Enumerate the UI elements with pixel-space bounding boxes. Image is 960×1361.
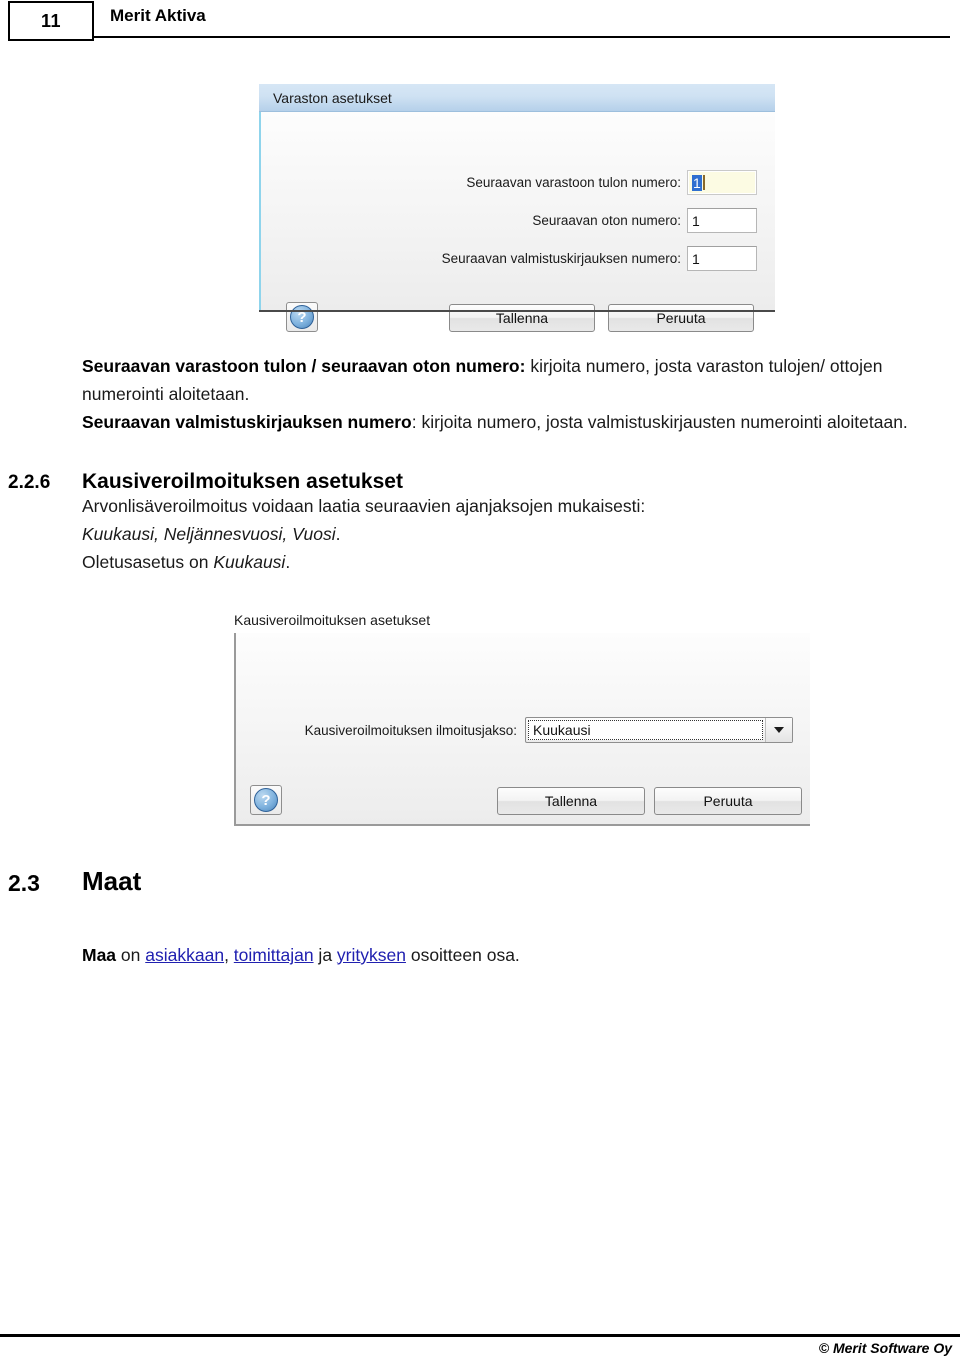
save-button[interactable]: Tallenna: [449, 304, 595, 332]
para3-text4: osoitteen osa.: [405, 945, 520, 965]
help-button-2[interactable]: ?: [250, 785, 282, 815]
page-number-box: 11: [8, 1, 94, 41]
section-title-23: Maat: [82, 866, 142, 896]
input-value-2: 1: [692, 212, 700, 229]
para1-bold-lead: Seuraavan varastoon tulon / seuraavan ot…: [82, 356, 526, 376]
paragraph-maat-explanation: Maa on asiakkaan, toimittajan ja yrityks…: [82, 941, 782, 969]
chevron-down-icon[interactable]: [765, 718, 792, 742]
dialog2-title-bar: Kausiveroilmoituksen asetukset: [228, 606, 810, 633]
select-ilmoitusjakso[interactable]: Kuukausi: [525, 717, 793, 743]
save-button-label: Tallenna: [495, 310, 549, 326]
save-button-2-label: Tallenna: [544, 793, 598, 809]
dialog2-body: Kausiveroilmoituksen ilmoitusjakso: Kuuk…: [234, 633, 810, 826]
section-number-23: 2.3: [8, 870, 40, 896]
help-icon: ?: [290, 305, 314, 329]
dialog-kausiveroilmoituksen-asetukset: Kausiveroilmoituksen asetukset Kausivero…: [228, 606, 810, 826]
dialog-title-text: Varaston asetukset: [273, 90, 392, 106]
save-button-2[interactable]: Tallenna: [497, 787, 645, 815]
para2-part4: .: [285, 552, 291, 572]
cancel-button[interactable]: Peruuta: [608, 304, 754, 332]
footer-divider: [0, 1334, 960, 1337]
dialog-bottom-rule: [259, 310, 775, 312]
input-value-3: 1: [692, 250, 700, 267]
input-seuraavan-oton-numero[interactable]: 1: [687, 208, 757, 233]
para2-part3: Oletusasetus on: [82, 552, 214, 572]
form-row-valmistuskirjaus: Seuraavan valmistuskirjauksen numero: 1: [259, 246, 759, 271]
dialog-varaston-asetukset: Varaston asetukset Seuraavan varastoon t…: [259, 84, 775, 332]
input-value-1: 1: [692, 174, 702, 191]
cancel-button-label: Peruuta: [656, 310, 706, 326]
help-icon-2: ?: [254, 788, 278, 812]
cancel-button-2[interactable]: Peruuta: [654, 787, 802, 815]
para3-text1: on: [116, 945, 146, 965]
para3-text2: ,: [224, 945, 234, 965]
para3-text3: ja: [313, 945, 337, 965]
para2-part1: Arvonlisäveroilmoitus voidaan laatia seu…: [82, 496, 646, 516]
para3-bold-lead: Maa: [82, 945, 117, 965]
select-ilmoitusjakso-value: Kuukausi: [528, 720, 763, 740]
dialog-title-bar: Varaston asetukset: [259, 84, 775, 112]
section-number-226: 2.2.6: [8, 472, 51, 493]
dialog2-bottom-rule: [234, 824, 810, 826]
para1-bold-lead-2: Seuraavan valmistuskirjauksen numero: [82, 412, 412, 432]
dialog-body: Seuraavan varastoon tulon numero: 1 Seur…: [259, 112, 775, 332]
label-seuraavan-valmistuskirjauksen-numero: Seuraavan valmistuskirjauksen numero:: [441, 251, 681, 266]
para2-part2: .: [335, 524, 341, 544]
page-title: Merit Aktiva: [110, 6, 206, 25]
form-row-ilmoitusjakso: Kausiveroilmoituksen ilmoitusjakso: Kuuk…: [234, 717, 810, 743]
help-button[interactable]: ?: [286, 302, 318, 332]
paragraph-kausivero-explanation: Arvonlisäveroilmoitus voidaan laatia seu…: [82, 492, 702, 576]
para2-italic1: Kuukausi, Neljännesvuosi, Vuosi: [82, 524, 336, 544]
para1-rest-2: : kirjoita numero, josta valmistuskirjau…: [411, 412, 908, 432]
label-kausiveroilmoituksen-ilmoitusjakso: Kausiveroilmoituksen ilmoitusjakso:: [304, 722, 517, 738]
label-seuraavan-oton-numero: Seuraavan oton numero:: [532, 213, 681, 228]
para2-italic2: Kuukausi: [213, 552, 286, 572]
header-divider: [92, 36, 950, 38]
section-title-226: Kausiveroilmoituksen asetukset: [82, 470, 403, 493]
text-caret: [702, 175, 705, 190]
footer-copyright: © Merit Software Oy: [818, 1340, 952, 1356]
label-seuraavan-varastoon-tulon-numero: Seuraavan varastoon tulon numero:: [466, 175, 681, 190]
input-seuraavan-varastoon-tulon-numero[interactable]: 1: [687, 170, 757, 195]
link-toimittajan[interactable]: toimittajan: [234, 945, 314, 965]
form-row-varastoon-tulo: Seuraavan varastoon tulon numero: 1: [259, 170, 759, 195]
paragraph-varasto-explanation: Seuraavan varastoon tulon / seuraavan ot…: [82, 352, 960, 436]
link-asiakkaan[interactable]: asiakkaan: [145, 945, 224, 965]
form-row-oton-numero: Seuraavan oton numero: 1: [259, 208, 759, 233]
dialog2-title-text: Kausiveroilmoituksen asetukset: [234, 612, 431, 628]
page-header: 11 Merit Aktiva: [0, 0, 960, 44]
input-seuraavan-valmistuskirjauksen-numero[interactable]: 1: [687, 246, 757, 271]
link-yrityksen[interactable]: yrityksen: [337, 945, 406, 965]
page-number: 11: [40, 10, 62, 31]
cancel-button-2-label: Peruuta: [703, 793, 753, 809]
